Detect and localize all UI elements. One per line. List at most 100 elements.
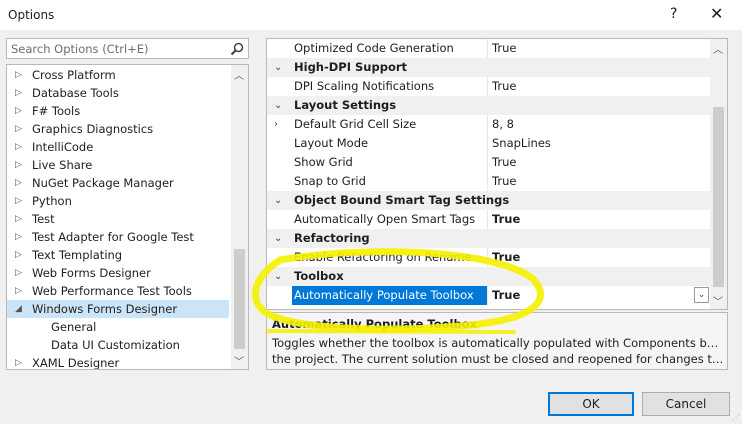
tree-item[interactable]: ▷ NuGet Package Manager: [7, 174, 229, 192]
category-label: Layout Settings: [294, 98, 397, 112]
property-value[interactable]: True: [492, 77, 516, 96]
tree-item[interactable]: ▷ Graphics Diagnostics: [7, 120, 229, 138]
grid-property-row[interactable]: Snap to Grid True: [267, 172, 710, 191]
expand-icon[interactable]: ▷: [15, 282, 22, 300]
property-value[interactable]: True: [492, 153, 516, 172]
tree-item[interactable]: ▷ Python: [7, 192, 229, 210]
collapse-icon[interactable]: ◢: [15, 300, 22, 318]
description-line-2: the project. The current solution must b…: [272, 352, 724, 366]
help-button[interactable]: ?: [670, 6, 677, 22]
category-label: Object Bound Smart Tag Settings: [294, 193, 510, 207]
property-name: Automatically Populate Toolbox: [292, 286, 487, 305]
cancel-button[interactable]: Cancel: [642, 392, 730, 416]
tree-item-label: Test Adapter for Google Test: [32, 230, 194, 244]
tree-item[interactable]: ▷ IntelliCode: [7, 138, 229, 156]
property-value[interactable]: True: [492, 39, 516, 58]
grid-property-row[interactable]: Show Grid True: [267, 153, 710, 172]
grid-category[interactable]: ⌄ Object Bound Smart Tag Settings: [267, 191, 710, 210]
tree-item[interactable]: ▷ Live Share: [7, 156, 229, 174]
collapse-icon[interactable]: ⌄: [274, 191, 282, 210]
tree-item[interactable]: ▷ Web Performance Test Tools: [7, 282, 229, 300]
expand-icon[interactable]: ▷: [15, 66, 22, 84]
grid-category[interactable]: ⌄ Refactoring: [267, 229, 710, 248]
property-name: Enable Refactoring on Rename: [294, 250, 472, 264]
scroll-down-icon[interactable]: ﹀: [234, 353, 244, 368]
expand-icon[interactable]: ▷: [15, 174, 22, 192]
expand-icon[interactable]: ›: [274, 115, 278, 134]
ok-button[interactable]: OK: [548, 392, 634, 416]
tree-item-label: General: [51, 320, 97, 334]
tree-item[interactable]: General: [7, 318, 229, 336]
tree-item[interactable]: ▷ Database Tools: [7, 84, 229, 102]
collapse-icon[interactable]: ⌄: [274, 267, 282, 286]
collapse-icon[interactable]: ⌄: [274, 229, 282, 248]
options-tree[interactable]: ▷ XAML Designer Data UI Customization Gener…: [6, 64, 249, 370]
tree-item[interactable]: ▷ Cross Platform: [7, 66, 229, 84]
expand-icon[interactable]: ▷: [15, 246, 22, 264]
property-value[interactable]: True: [492, 172, 516, 191]
grid-property-row[interactable]: Enable Refactoring on Rename True: [267, 248, 710, 267]
tree-item-label: Data UI Customization: [51, 338, 180, 352]
scroll-down-icon[interactable]: ﹀: [713, 293, 723, 308]
property-value[interactable]: SnapLines: [492, 134, 551, 153]
grid-category[interactable]: ⌄ Toolbox: [267, 267, 710, 286]
grid-property-row[interactable]: DPI Scaling Notifications True: [267, 77, 710, 96]
expand-icon[interactable]: ▷: [15, 228, 22, 246]
expand-icon[interactable]: ▷: [15, 192, 22, 210]
property-name: Snap to Grid: [294, 174, 366, 188]
scroll-up-icon[interactable]: ︿: [713, 41, 723, 56]
property-value[interactable]: True: [492, 210, 520, 229]
grid-scrollbar[interactable]: ︿ ﹀: [710, 39, 727, 309]
expand-icon[interactable]: ▷: [15, 210, 22, 228]
expand-icon[interactable]: ▷: [15, 84, 22, 102]
grid-property-row[interactable]: Optimized Code Generation True: [267, 39, 710, 58]
column-divider: [487, 153, 488, 172]
grid-category[interactable]: ⌄ Layout Settings: [267, 96, 710, 115]
scroll-thumb[interactable]: [713, 107, 724, 287]
grid-property-row[interactable]: › Default Grid Cell Size 8, 8: [267, 115, 710, 134]
collapse-icon[interactable]: ⌄: [274, 96, 282, 115]
property-name: DPI Scaling Notifications: [294, 79, 435, 93]
property-grid[interactable]: Automatically Populate Toolbox True ⌄ ⌄ Tool…: [266, 38, 728, 310]
tree-item[interactable]: ▷ Test Adapter for Google Test: [7, 228, 229, 246]
column-divider: [487, 210, 488, 229]
description-title: Automatically Populate Toolbox: [272, 317, 477, 331]
dropdown-icon[interactable]: ⌄: [694, 287, 709, 303]
grid-property-row[interactable]: Automatically Populate Toolbox True ⌄: [267, 286, 710, 305]
tree-item[interactable]: Data UI Customization: [7, 336, 229, 354]
tree-item[interactable]: ▷ Test: [7, 210, 229, 228]
expand-icon[interactable]: ▷: [15, 354, 22, 369]
window-title: Options: [8, 8, 55, 22]
tree-item[interactable]: ▷ XAML Designer: [7, 354, 229, 370]
property-value[interactable]: True: [492, 286, 520, 305]
expand-icon[interactable]: ▷: [15, 138, 22, 156]
tree-item-label: Test: [32, 212, 55, 226]
tree-item[interactable]: ◢ Windows Forms Designer: [7, 300, 229, 318]
expand-icon[interactable]: ▷: [15, 120, 22, 138]
expand-icon[interactable]: ▷: [15, 102, 22, 120]
scroll-up-icon[interactable]: ︿: [234, 67, 244, 82]
tree-item-label: XAML Designer: [32, 356, 120, 370]
tree-item[interactable]: ▷ Web Forms Designer: [7, 264, 229, 282]
tree-item[interactable]: ▷ Text Templating: [7, 246, 229, 264]
grid-category[interactable]: ⌄ High-DPI Support: [267, 58, 710, 77]
search-icon[interactable]: [230, 42, 244, 56]
tree-item[interactable]: ▷ F# Tools: [7, 102, 229, 120]
scroll-thumb[interactable]: [234, 249, 245, 349]
property-value[interactable]: True: [492, 248, 520, 267]
property-value[interactable]: 8, 8: [492, 115, 514, 134]
collapse-icon[interactable]: ⌄: [274, 58, 282, 77]
column-divider: [487, 172, 488, 191]
category-label: Toolbox: [294, 269, 344, 283]
grid-property-row[interactable]: Layout Mode SnapLines: [267, 134, 710, 153]
column-divider: [487, 134, 488, 153]
tree-scrollbar[interactable]: ︿ ﹀: [231, 65, 248, 369]
tree-item-label: Web Performance Test Tools: [32, 284, 192, 298]
resize-grip-icon[interactable]: ⋰: [732, 413, 740, 422]
grid-property-row[interactable]: Automatically Open Smart Tags True: [267, 210, 710, 229]
search-input[interactable]: Search Options (Ctrl+E): [6, 38, 249, 59]
expand-icon[interactable]: ▷: [15, 156, 22, 174]
close-button[interactable]: ✕: [710, 4, 723, 23]
expand-icon[interactable]: ▷: [15, 264, 22, 282]
title-bar: Options ? ✕: [0, 0, 742, 30]
